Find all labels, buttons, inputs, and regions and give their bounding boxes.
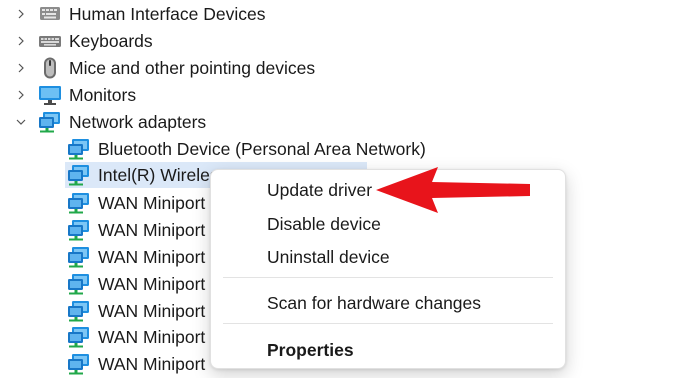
network-adapter-icon — [67, 219, 91, 241]
tree-item-label: WAN Miniport — [98, 327, 206, 347]
tree-item-wan-miniport[interactable]: WAN Miniport — [67, 298, 205, 324]
tree-item-bluetooth-device[interactable]: Bluetooth Device (Personal Area Network) — [67, 136, 426, 162]
tree-item-wan-miniport[interactable]: WAN Miniport — [67, 324, 205, 350]
tree-item-label: Monitors — [69, 85, 137, 105]
menu-item-properties[interactable]: Properties — [267, 337, 354, 363]
network-adapter-icon — [67, 192, 91, 214]
menu-separator — [223, 277, 553, 278]
tree-item-label: Human Interface Devices — [69, 4, 266, 24]
chevron-down-icon[interactable] — [14, 109, 28, 135]
menu-item-scan-hardware[interactable]: Scan for hardware changes — [267, 290, 481, 316]
tree-item-wan-miniport[interactable]: WAN Miniport — [67, 244, 205, 270]
tree-item-wan-miniport[interactable]: WAN Miniport — [67, 217, 205, 243]
network-adapter-icon — [38, 111, 62, 133]
tree-item-network-adapters[interactable]: Network adapters — [38, 109, 206, 135]
chevron-right-icon[interactable] — [14, 1, 28, 27]
menu-item-uninstall-device[interactable]: Uninstall device — [267, 244, 390, 270]
monitor-icon — [39, 86, 61, 105]
network-adapter-icon — [67, 326, 91, 348]
tree-item-label: WAN Miniport — [98, 301, 206, 321]
tree-item-label: WAN Miniport — [98, 193, 206, 213]
tree-item-label: Keyboards — [69, 31, 153, 51]
network-adapter-icon — [67, 138, 91, 160]
menu-separator — [223, 323, 553, 324]
tree-item-mice[interactable]: Mice and other pointing devices — [38, 55, 315, 81]
chevron-right-icon[interactable] — [14, 28, 28, 54]
tree-item-monitors[interactable]: Monitors — [38, 82, 136, 108]
keyboard-icon — [39, 36, 61, 47]
tree-item-label: WAN Miniport — [98, 354, 206, 374]
network-adapter-icon — [67, 273, 91, 295]
tree-item-label: WAN Miniport — [98, 220, 206, 240]
chevron-right-icon[interactable] — [14, 55, 28, 81]
tree-item-label: WAN Miniport — [98, 247, 206, 267]
tree-item-human-interface-devices[interactable]: Human Interface Devices — [38, 1, 265, 27]
tree-item-wan-miniport[interactable]: WAN Miniport — [67, 351, 205, 377]
tree-item-label: Intel(R) Wireless — [98, 165, 228, 185]
tree-item-keyboards[interactable]: Keyboards — [38, 28, 153, 54]
chevron-right-icon[interactable] — [14, 82, 28, 108]
hid-icon — [40, 7, 60, 20]
tree-item-wan-miniport[interactable]: WAN Miniport — [67, 271, 205, 297]
tree-item-label: WAN Miniport — [98, 274, 206, 294]
menu-item-update-driver[interactable]: Update driver — [267, 177, 372, 203]
network-adapter-icon — [67, 353, 91, 375]
menu-item-disable-device[interactable]: Disable device — [267, 211, 381, 237]
network-adapter-icon — [67, 164, 91, 186]
tree-item-wan-miniport[interactable]: WAN Miniport — [67, 190, 205, 216]
tree-item-label: Bluetooth Device (Personal Area Network) — [98, 139, 426, 159]
tree-item-label: Mice and other pointing devices — [69, 58, 316, 78]
network-adapter-icon — [67, 300, 91, 322]
annotation-arrow-icon — [376, 167, 530, 213]
mouse-icon — [44, 57, 56, 79]
tree-item-label: Network adapters — [69, 112, 207, 132]
network-adapter-icon — [67, 246, 91, 268]
